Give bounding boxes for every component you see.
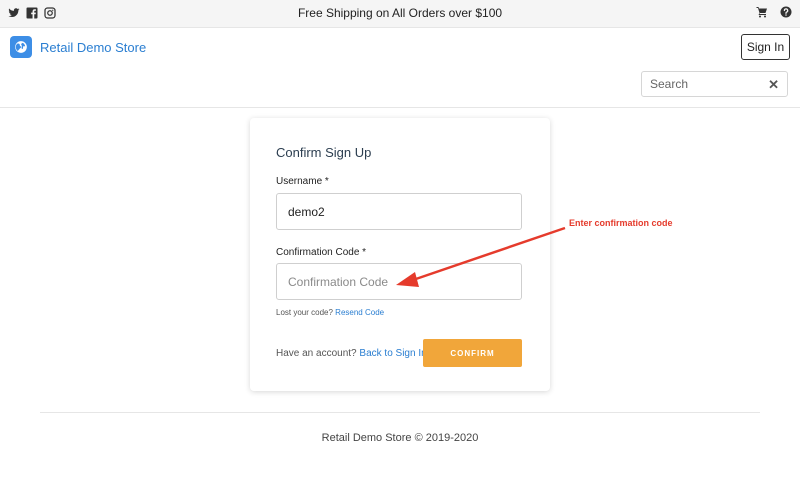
resend-code-link[interactable]: Resend Code <box>335 308 384 317</box>
lost-code-text: Lost your code? <box>276 308 333 317</box>
username-field-wrapper <box>276 193 522 230</box>
footer-copyright: Retail Demo Store © 2019-2020 <box>321 432 479 444</box>
search-input[interactable] <box>642 72 757 96</box>
have-account-row: Have an account? Back to Sign In <box>276 348 427 359</box>
confirmation-code-field-wrapper <box>276 263 522 300</box>
username-input[interactable] <box>277 194 521 229</box>
globe-icon <box>10 36 32 58</box>
footer-divider <box>40 412 760 413</box>
username-label: Username * <box>276 176 329 187</box>
clear-search-icon[interactable]: ✕ <box>768 77 779 93</box>
cart-icon[interactable] <box>756 6 768 18</box>
confirmation-code-label: Confirmation Code * <box>276 247 367 258</box>
brand-name: Retail Demo Store <box>40 39 147 55</box>
search-box: ✕ <box>641 71 788 97</box>
confirm-signup-card: Confirm Sign Up Username * Confirmation … <box>250 118 550 391</box>
help-icon[interactable] <box>780 6 792 18</box>
topbar-actions <box>756 6 792 18</box>
have-account-text: Have an account? <box>276 348 357 359</box>
annotation-label: Enter confirmation code <box>569 218 673 228</box>
confirmation-code-input[interactable] <box>277 264 521 299</box>
back-to-sign-in-link[interactable]: Back to Sign In <box>359 348 426 359</box>
form-title: Confirm Sign Up <box>276 145 372 160</box>
top-banner: Free Shipping on All Orders over $100 <box>0 0 800 28</box>
site-header: Retail Demo Store Sign In ✕ <box>0 28 800 108</box>
sign-in-button[interactable]: Sign In <box>741 34 790 60</box>
confirm-button[interactable]: CONFIRM <box>423 339 522 367</box>
lost-code-row: Lost your code? Resend Code <box>276 308 384 317</box>
shipping-banner-text: Free Shipping on All Orders over $100 <box>297 6 503 20</box>
brand-link[interactable]: Retail Demo Store <box>10 36 146 58</box>
